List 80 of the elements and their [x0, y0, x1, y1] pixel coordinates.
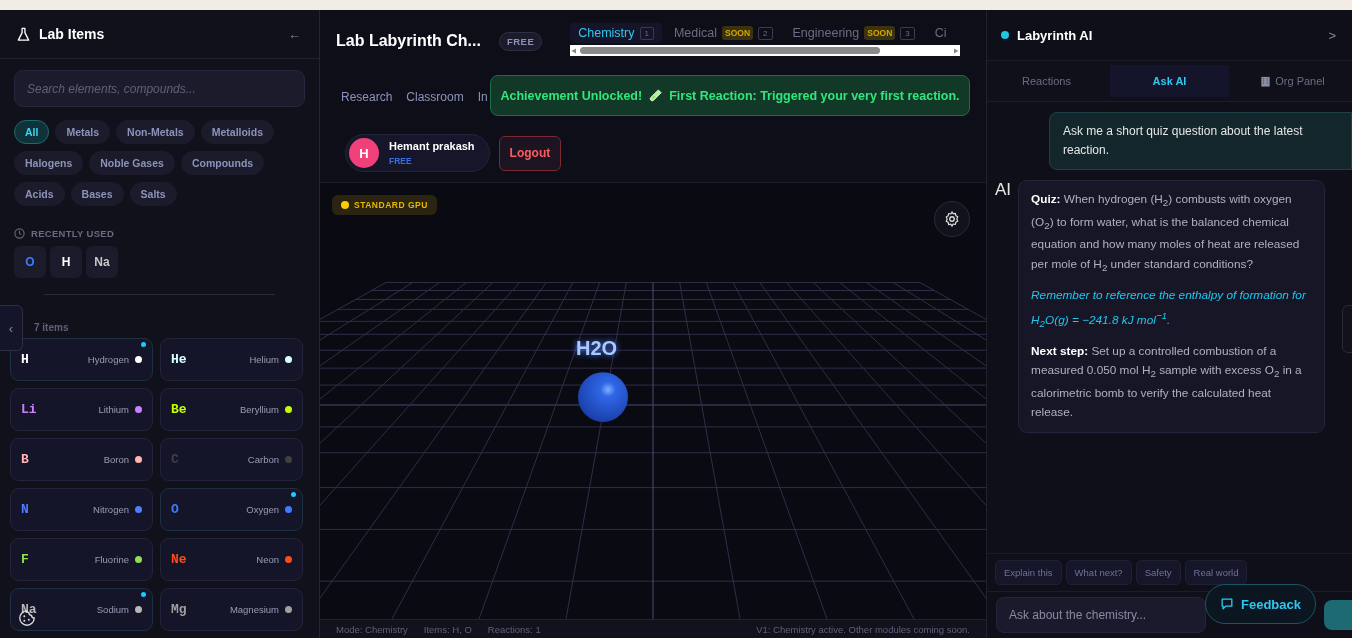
building-icon [1260, 75, 1272, 87]
logout-button[interactable]: Logout [498, 135, 562, 171]
settings-button[interactable] [934, 201, 970, 237]
element-card[interactable]: He Helium [160, 338, 303, 381]
status-note: V1: Chemistry active. Other modules coming soon. [756, 623, 970, 635]
filter-chip[interactable]: Halogens [14, 151, 84, 175]
status-item: Reactions: 1 [487, 623, 541, 635]
panel-title: Lab Items [39, 26, 106, 42]
hint-text: Remember to reference the enthalpy of formation for H$_{2}$O(g) = −241.8 kJ mol$^{−1}$. [1031, 287, 1308, 331]
scroll-right-icon[interactable] [953, 47, 960, 54]
clock-icon [14, 228, 25, 239]
plan-badge: FREE [498, 32, 543, 51]
sender-label: AI [995, 180, 1012, 201]
element-card[interactable]: H Hydrogen [10, 338, 153, 381]
achievement-toast: Achievement Unlocked! First Reaction: Triggered your very first reaction. [490, 75, 970, 116]
filter-chip[interactable]: Acids [14, 182, 65, 206]
section-heading: RECENTLY USED [31, 228, 115, 239]
user-message: Ask me a short quiz question about the latest reaction. [1049, 112, 1352, 170]
element-card[interactable]: Mg Magnesium [160, 588, 303, 631]
element-card[interactable]: Ne Neon [160, 538, 303, 581]
quick-prompt-button[interactable]: Explain this [995, 560, 1062, 585]
message-text: Quiz: When hydrogen (H$_{2}$) combusts with oxygen (O$_{2}$) to form water, what is the balanced chemical equation and how many moles of heat are released per mole of H$_{2}$ under standard conditions? [1031, 191, 1301, 275]
scene-viewport[interactable]: STANDARD GPU H2O [320, 183, 986, 619]
filter-chip[interactable]: Salts [129, 182, 177, 206]
nav-link[interactable]: Research [334, 86, 400, 108]
quick-prompt-button[interactable]: What next? [1065, 560, 1132, 585]
status-item: Items: H, O [423, 623, 472, 635]
filter-chip[interactable]: Non-Metals [116, 120, 195, 144]
element-card[interactable]: F Fluorine [10, 538, 153, 581]
panel-title: Labyrinth AI [1017, 27, 1094, 43]
chat-bubble-icon [1220, 597, 1234, 611]
settings-icon [943, 210, 961, 228]
status-dot [1001, 31, 1009, 39]
filter-chip[interactable]: Compounds [180, 151, 265, 175]
scroll-left-icon[interactable] [571, 47, 578, 54]
user-chip[interactable]: H Hemant prakash FREE [345, 134, 490, 172]
collapse-button[interactable]: ← [286, 24, 303, 44]
collapse-button[interactable]: > [1326, 25, 1338, 45]
avatar: H [349, 138, 379, 168]
module-tab[interactable]: Chemistry 1 [570, 23, 662, 43]
status-item: Mode: Chemistry [336, 623, 408, 635]
module-tab[interactable]: Engineering SOON 3 [784, 23, 923, 43]
filter-chip[interactable]: Noble Gases [89, 151, 175, 175]
element-card[interactable]: B Boron [10, 438, 153, 481]
flask-icon [16, 26, 31, 42]
filter-chip[interactable]: Metals [55, 120, 111, 144]
element-card[interactable]: Be Beryllium [160, 388, 303, 431]
quick-prompt-button[interactable]: Safety [1135, 560, 1181, 585]
test-tube-icon [648, 88, 664, 103]
recent-element[interactable]: Na [86, 246, 118, 278]
panel-tab[interactable]: Org Panel [1233, 65, 1352, 97]
expand-tab[interactable]: ‹ [0, 305, 23, 351]
send-button[interactable] [1324, 600, 1352, 630]
nav-link[interactable]: Classroom [399, 86, 471, 108]
element-card[interactable]: Li Lithium [10, 388, 153, 431]
module-tab[interactable]: Medical SOON 2 [665, 23, 781, 43]
search-field[interactable]: Search elements, compounds... [14, 70, 305, 107]
panel-tab[interactable]: Reactions [987, 65, 1106, 97]
element-card[interactable]: N Nitrogen [10, 488, 153, 531]
item-count: 7 items [34, 322, 70, 333]
filter-chip[interactable]: Bases [70, 182, 124, 206]
chat-input[interactable]: Ask about the chemistry... [996, 597, 1206, 633]
filter-chip[interactable]: Metalloids [200, 120, 275, 144]
recent-element[interactable]: O [14, 246, 46, 278]
horizontal-scrollbar[interactable] [570, 45, 961, 56]
recent-element[interactable]: H [50, 246, 82, 278]
module-tab[interactable]: Ci [926, 23, 955, 43]
molecule-label: H2O [576, 337, 618, 360]
element-card[interactable]: O Oxygen [160, 488, 303, 531]
quick-prompt-button[interactable]: Real world [1184, 560, 1248, 585]
element-card[interactable]: Na Sodium [10, 588, 153, 631]
feedback-button[interactable]: Feedback [1205, 584, 1316, 624]
panel-tab[interactable]: Ask AI [1110, 65, 1229, 97]
gpu-badge: STANDARD GPU [332, 195, 437, 215]
user-name: Hemant prakash [389, 140, 475, 152]
app-title: Lab Labyrinth Ch... [336, 32, 481, 50]
molecule-sphere[interactable] [578, 372, 628, 422]
message-text: Next step: Set up a controlled combustion of a measured 0.050 mol H$_{2}$ sample with excess O$_{2}$ in a calorimetric bomb to verify the calculated heat release. [1031, 343, 1303, 422]
user-plan: FREE [389, 156, 413, 166]
filter-chip[interactable]: All [14, 120, 50, 144]
